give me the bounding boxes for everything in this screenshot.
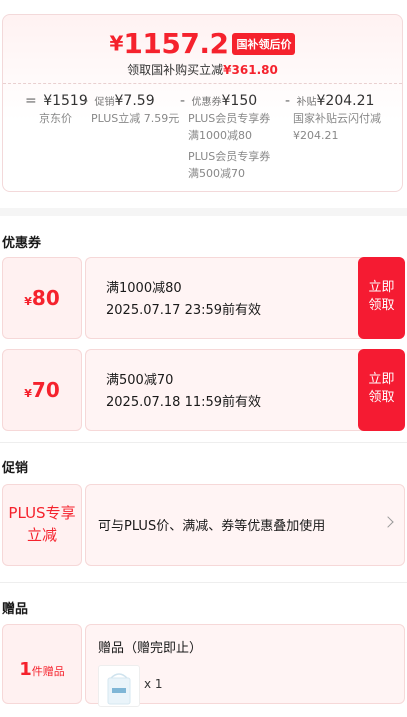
- coupon-amount: ¥70: [2, 349, 82, 431]
- gift-quantity: x 1: [144, 677, 163, 691]
- subtitle-amount: ¥361.80: [223, 63, 278, 77]
- coupon-amount: ¥80: [2, 257, 82, 339]
- gift-detail: 赠品（赠完即止） x 1: [85, 624, 405, 707]
- breakdown-label: 补贴: [296, 97, 317, 108]
- coupons-section-title: 优惠券: [2, 236, 42, 251]
- breakdown-coupon: - 优惠券¥150 PLUS会员专享券 满1000减80 PLUS会员专享券 满…: [180, 93, 270, 181]
- breakdown-note: 满500减70: [188, 167, 245, 180]
- subsidy-subtitle: 领取国补购买立减¥361.80: [3, 61, 402, 78]
- breakdown-note: ¥204.21: [293, 129, 339, 142]
- subtitle-text: 领取国补购买立减: [127, 63, 224, 77]
- gift-thumbnail-image[interactable]: [98, 665, 140, 707]
- promo-badge-line2: 立减: [26, 526, 57, 544]
- final-price: 1157.2: [123, 27, 229, 60]
- coupon-yen: ¥: [24, 387, 32, 400]
- coupon-details: 满1000减80 2025.07.17 23:59前有效: [85, 257, 365, 339]
- breakdown-subsidy: - 补贴¥204.21 国家补贴云闪付减 ¥204.21: [285, 93, 381, 143]
- coupon-value: 80: [31, 286, 60, 310]
- promo-row[interactable]: PLUS专享 立减 可与PLUS价、满减、券等优惠叠加使用: [2, 484, 405, 566]
- breakdown-label: 优惠券: [191, 97, 222, 108]
- section-separator: [0, 208, 407, 216]
- promo-detail: 可与PLUS价、满减、券等优惠叠加使用: [85, 484, 405, 566]
- gift-row: 1件赠品 赠品（赠完即止） x 1: [2, 624, 405, 707]
- breakdown-note: PLUS立减 7.59元: [91, 112, 180, 125]
- claim-button-label: 立即领取: [368, 372, 395, 405]
- coupon-card: ¥80 满1000减80 2025.07.17 23:59前有效 立即领取: [2, 257, 405, 339]
- gift-count-badge: 1件赠品: [2, 624, 82, 704]
- claim-coupon-button[interactable]: 立即领取: [358, 257, 405, 339]
- price-summary-card: ¥1157.2 国补领后价 领取国补购买立减¥361.80 = ¥1519 京东价…: [2, 14, 403, 192]
- breakdown-jd-price: = ¥1519 京东价: [25, 93, 88, 126]
- breakdown-label: 促销: [94, 97, 115, 108]
- breakdown-note: 国家补贴云闪付减: [293, 112, 381, 125]
- plus-promo-badge: PLUS专享 立减: [2, 484, 82, 566]
- gift-count: 1: [19, 659, 32, 680]
- chevron-right-icon[interactable]: [382, 516, 394, 528]
- breakdown-operator: -: [83, 93, 89, 109]
- promo-description: 可与PLUS价、满减、券等优惠叠加使用: [98, 519, 326, 534]
- breakdown-operator: =: [25, 93, 37, 109]
- breakdown-note: PLUS会员专享券: [188, 150, 271, 163]
- gift-count-unit: 件赠品: [31, 665, 65, 678]
- gift-section-title: 赠品: [2, 602, 29, 617]
- breakdown-operator: -: [180, 93, 186, 109]
- subsidy-price-tag: 国补领后价: [232, 32, 296, 55]
- breakdown-value: ¥204.21: [316, 93, 375, 109]
- coupon-yen: ¥: [24, 295, 32, 308]
- dashed-divider: [3, 83, 402, 84]
- section-divider: [0, 582, 407, 583]
- coupon-value: 70: [31, 378, 60, 402]
- breakdown-note: 京东价: [39, 112, 72, 125]
- claim-button-label: 立即领取: [368, 280, 395, 313]
- breakdown-value: ¥150: [221, 93, 258, 109]
- breakdown-note: 满1000减80: [188, 129, 252, 142]
- coupon-expiry: 2025.07.17 23:59前有效: [106, 303, 262, 318]
- promo-section-title: 促销: [2, 461, 29, 476]
- coupon-card: ¥70 满500减70 2025.07.18 11:59前有效 立即领取: [2, 349, 405, 431]
- breakdown-value: ¥1519: [43, 93, 88, 109]
- coupon-condition: 满500减70: [106, 373, 174, 388]
- breakdown-note: PLUS会员专享券: [188, 112, 271, 125]
- coupon-details: 满500减70 2025.07.18 11:59前有效: [85, 349, 365, 431]
- breakdown-promotion: - 促销¥7.59 PLUS立减 7.59元: [83, 93, 179, 126]
- coupon-condition: 满1000减80: [106, 281, 182, 296]
- final-price-row: ¥1157.2 国补领后价: [3, 27, 402, 60]
- breakdown-operator: -: [285, 93, 291, 109]
- claim-coupon-button[interactable]: 立即领取: [358, 349, 405, 431]
- coupon-expiry: 2025.07.18 11:59前有效: [106, 395, 262, 410]
- currency-symbol: ¥: [109, 31, 124, 56]
- promo-badge-line1: PLUS专享: [8, 504, 76, 522]
- gift-heading: 赠品（赠完即止）: [98, 641, 203, 656]
- breakdown-value: ¥7.59: [114, 93, 155, 109]
- section-divider: [0, 442, 407, 443]
